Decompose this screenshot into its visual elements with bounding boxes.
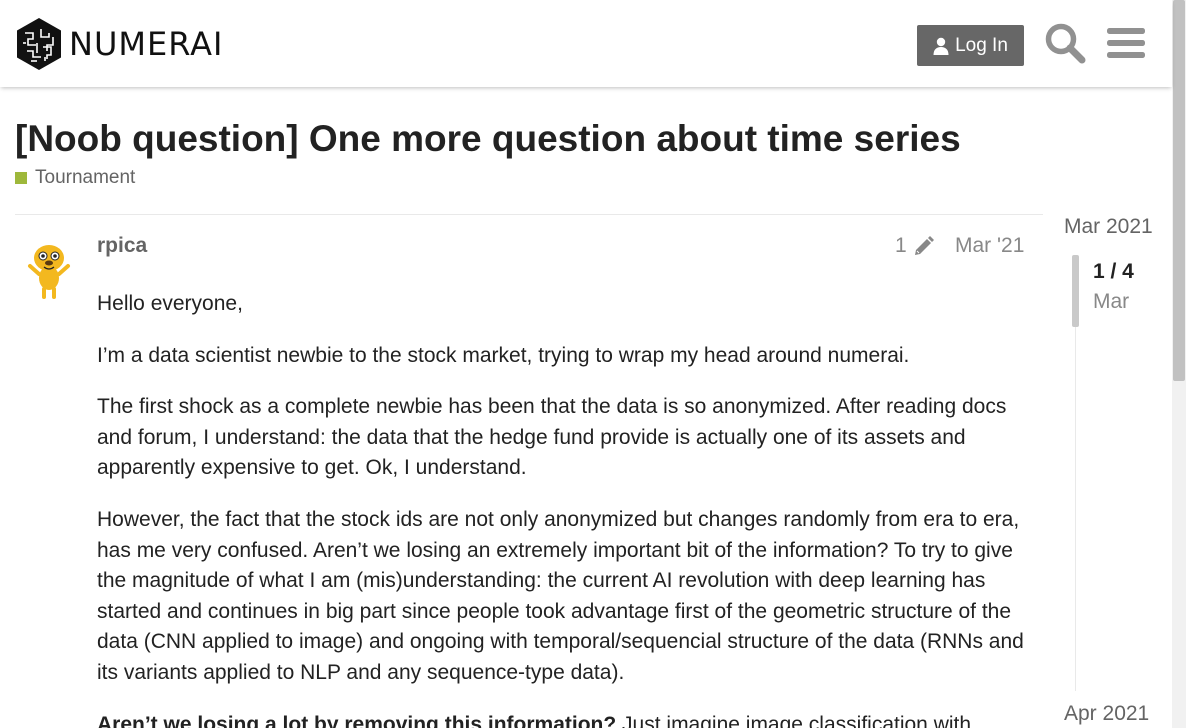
category-label: Tournament (35, 167, 136, 188)
category-color-swatch (15, 172, 27, 184)
avatar[interactable] (16, 236, 82, 302)
page-scrollbar[interactable] (1172, 0, 1186, 728)
edit-history-button[interactable]: 1 (895, 234, 935, 258)
post-date[interactable]: Mar '21 (955, 234, 1024, 258)
post-paragraph-last: Aren’t we losing a lot by removing this … (97, 710, 1032, 728)
site-header: NUMERAI Log In (0, 0, 1172, 87)
post-username[interactable]: rpica (97, 234, 147, 258)
pencil-icon (914, 236, 934, 255)
login-label: Log In (955, 34, 1008, 56)
avatar-image (16, 236, 82, 302)
brand-name: NUMERAI (69, 25, 224, 63)
edit-count: 1 (895, 234, 907, 257)
scrollbar-thumb[interactable] (1173, 0, 1185, 381)
login-button[interactable]: Log In (917, 25, 1024, 66)
site-logo[interactable]: NUMERAI (15, 17, 223, 71)
post-paragraph: However, the fact that the stock ids are… (97, 507, 1024, 684)
timeline-post-counter: 1 / 4 (1093, 260, 1134, 283)
post-divider (15, 214, 1043, 215)
post-paragraph-continuation: Just imagine image classification with (616, 712, 972, 728)
category-badge[interactable]: Tournament (15, 167, 135, 189)
timeline-end-date[interactable]: Apr 2021 (1064, 702, 1149, 726)
search-icon[interactable] (1044, 22, 1086, 64)
post-paragraph: Hello everyone, (97, 292, 243, 315)
topic-title[interactable]: [Noob question] One more question about … (15, 118, 961, 160)
hamburger-menu-icon[interactable] (1107, 26, 1145, 60)
bold-question: Aren’t we losing a lot by removing this … (97, 712, 617, 728)
numerai-logo-icon (17, 18, 61, 70)
post-paragraph: I’m a data scientist newbie to the stock… (97, 343, 910, 367)
post-paragraph: The first shock as a complete newbie has… (97, 395, 1007, 480)
timeline-handle[interactable] (1072, 255, 1079, 327)
timeline-current-month: Mar (1093, 290, 1130, 313)
post-body: Hello everyone, I’m a data scientist new… (97, 289, 1032, 728)
user-icon (933, 37, 949, 55)
timeline-start-date[interactable]: Mar 2021 (1064, 215, 1153, 239)
